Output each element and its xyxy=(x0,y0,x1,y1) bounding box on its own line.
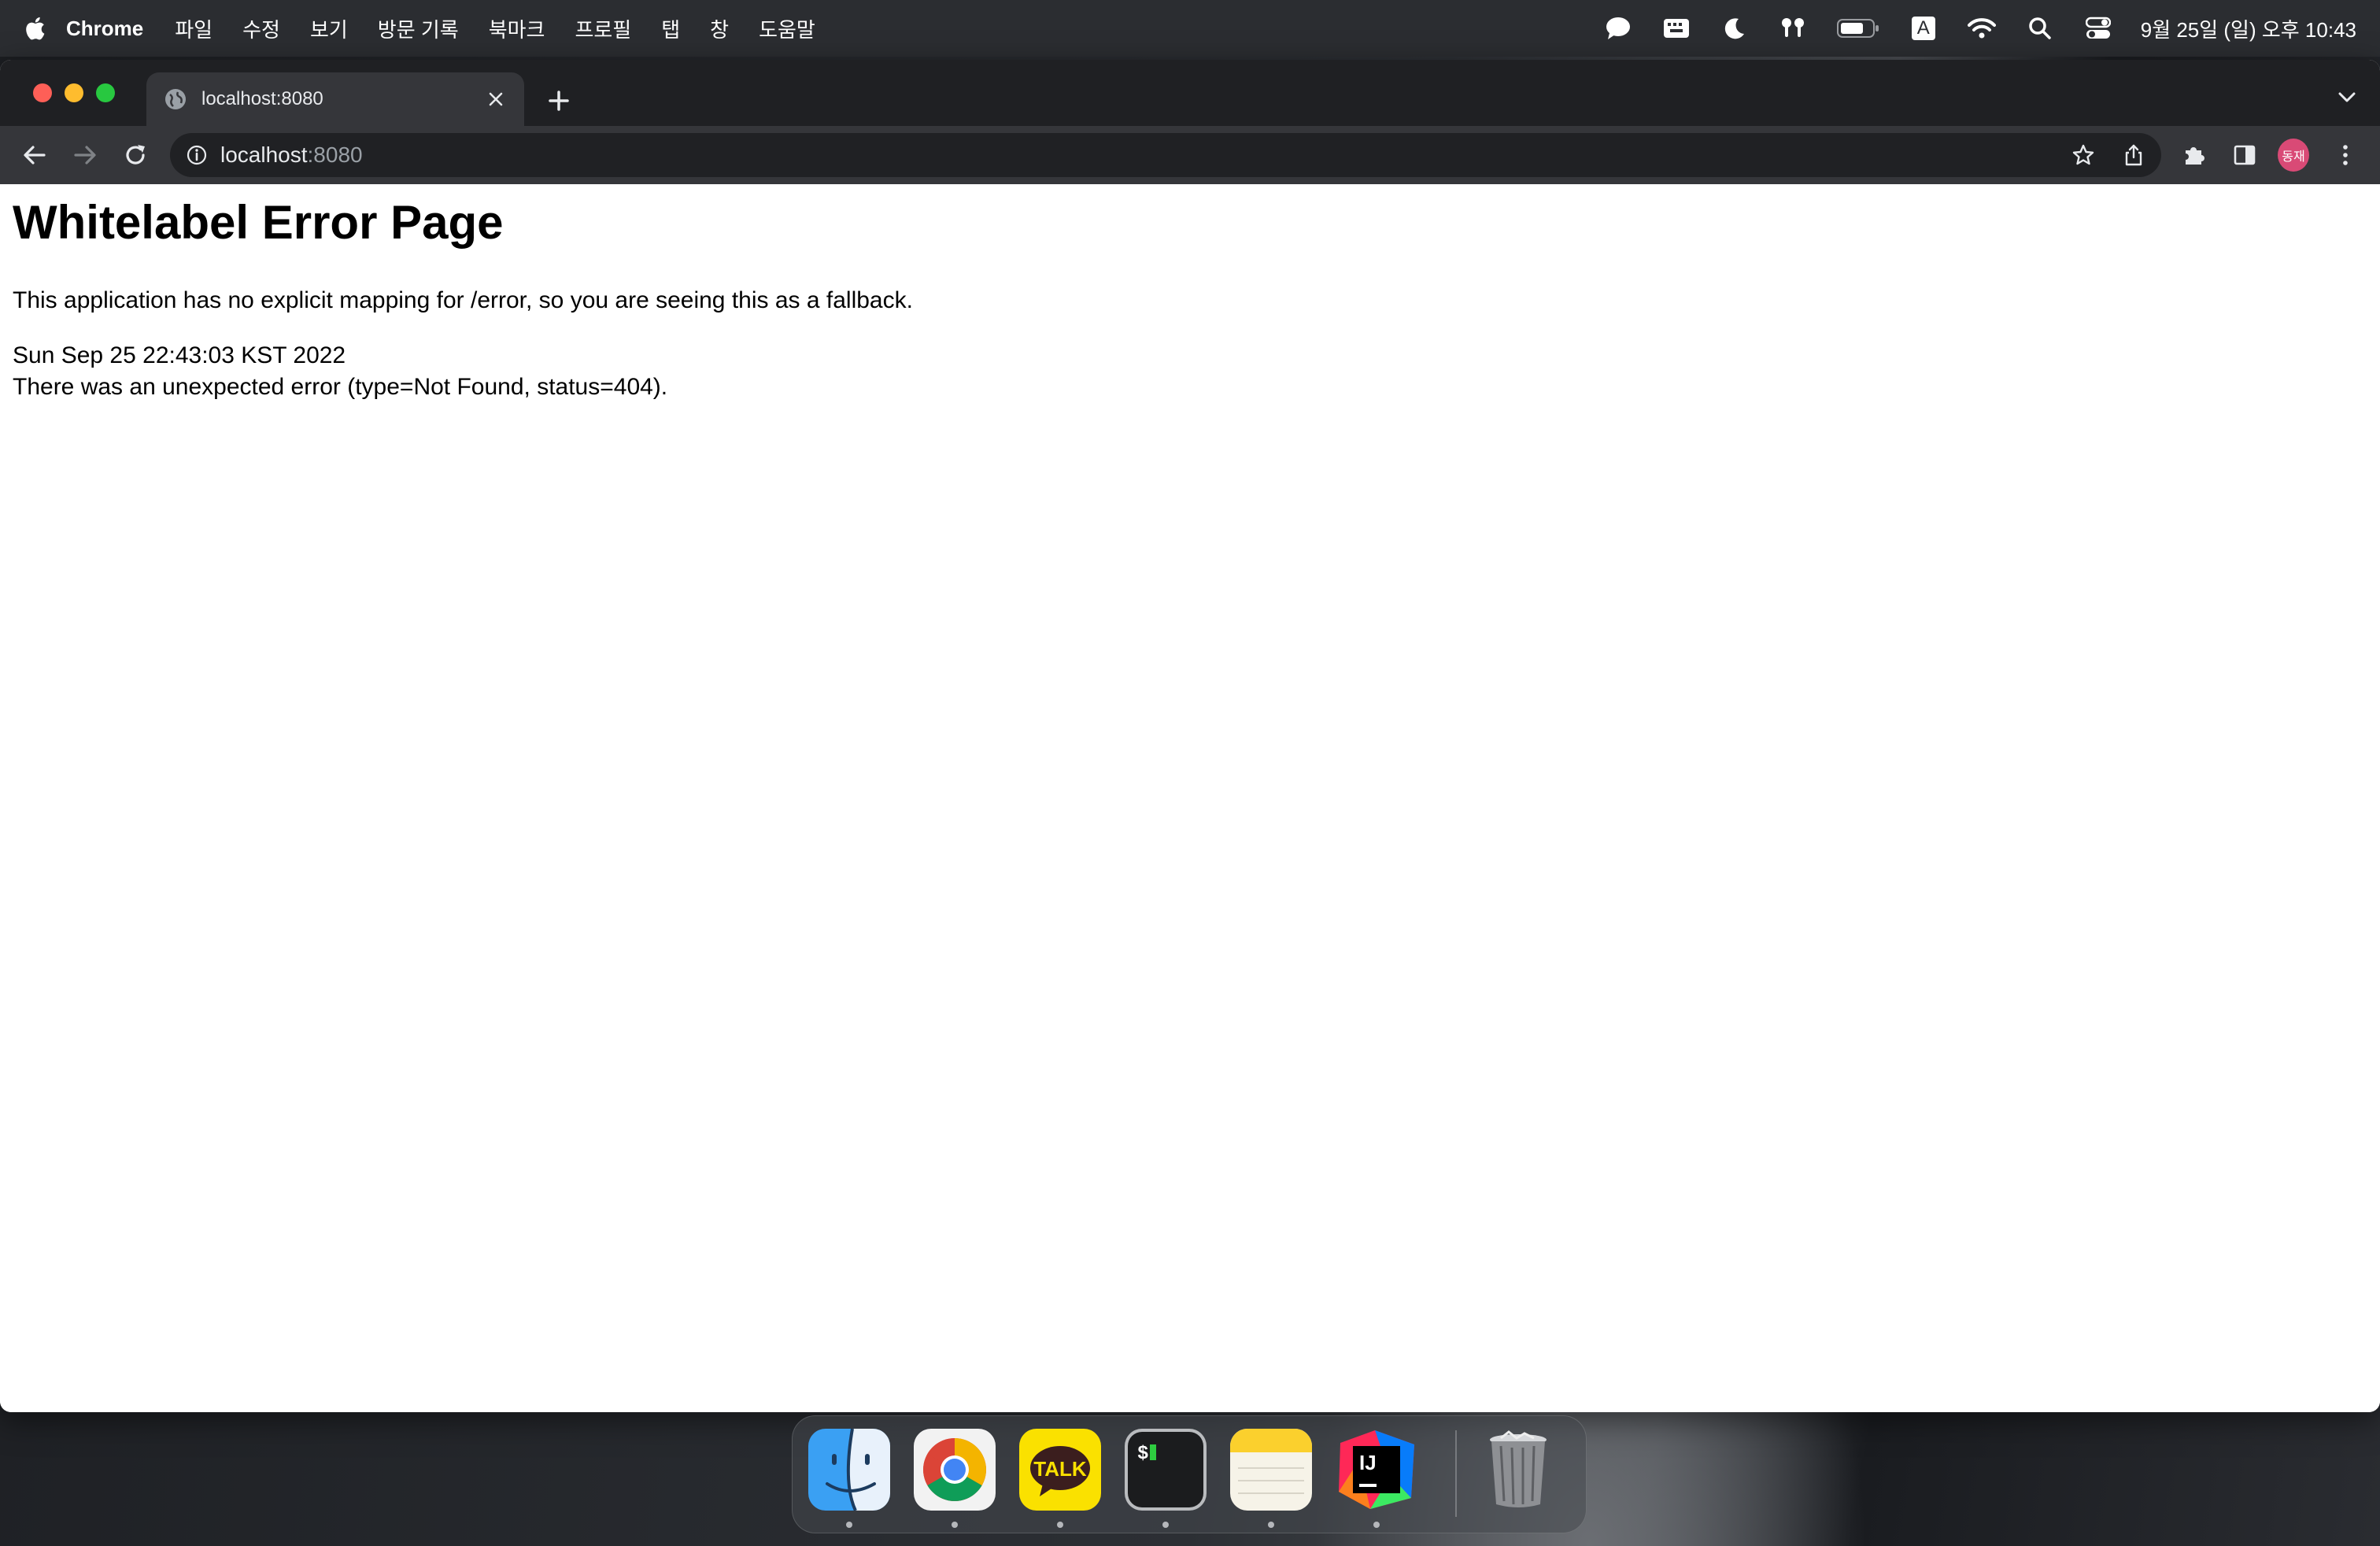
menu-tab[interactable]: 탭 xyxy=(661,14,680,43)
apple-icon[interactable] xyxy=(24,16,46,41)
tab-title: localhost:8080 xyxy=(201,88,323,109)
globe-icon xyxy=(165,89,186,109)
keyboard-icon[interactable] xyxy=(1662,14,1691,43)
side-panel-icon[interactable] xyxy=(2229,139,2260,171)
dock-intellij-running-indicator xyxy=(1373,1522,1380,1528)
menubar-app-name[interactable]: Chrome xyxy=(66,17,143,41)
trash-icon xyxy=(1490,1430,1547,1507)
menu-file[interactable]: 파일 xyxy=(175,14,213,43)
dock-chrome[interactable] xyxy=(914,1429,996,1511)
dock-trash[interactable] xyxy=(1477,1429,1559,1511)
input-source-label: A xyxy=(1911,17,1935,40)
menu-window[interactable]: 창 xyxy=(710,14,729,43)
page-title: Whitelabel Error Page xyxy=(13,196,504,249)
intellij-label: IJ xyxy=(1359,1451,1377,1474)
browser-toolbar: localhost:8080 동재 xyxy=(0,126,2380,184)
new-tab-plus-icon[interactable] xyxy=(541,83,576,118)
chrome-icon xyxy=(923,1438,986,1501)
chat-icon[interactable] xyxy=(1604,14,1632,43)
notes-icon xyxy=(1230,1429,1312,1494)
dock-kakaotalk[interactable]: TALK xyxy=(1019,1429,1101,1511)
menu-view[interactable]: 보기 xyxy=(310,14,348,43)
menu-profiles[interactable]: 프로필 xyxy=(575,14,631,43)
battery-icon[interactable] xyxy=(1836,14,1879,43)
airpods-icon[interactable] xyxy=(1779,14,1807,43)
browser-tab[interactable]: localhost:8080 xyxy=(146,72,524,126)
url-host: localhost xyxy=(220,142,308,167)
url-port: :8080 xyxy=(307,142,363,167)
tab-strip: localhost:8080 xyxy=(0,60,2380,126)
intellij-icon: IJ xyxy=(1339,1430,1414,1509)
control-center-icon[interactable] xyxy=(2084,14,2112,43)
dock-finder-running-indicator xyxy=(846,1522,852,1528)
dock-finder[interactable] xyxy=(808,1429,890,1511)
dock-chrome-running-indicator xyxy=(952,1522,958,1528)
wifi-icon[interactable] xyxy=(1967,14,1996,43)
dock-notes-running-indicator xyxy=(1268,1522,1274,1528)
menu-history[interactable]: 방문 기록 xyxy=(378,14,459,43)
terminal-prompt-label: $ xyxy=(1137,1444,1148,1465)
window-maximize-button[interactable] xyxy=(96,83,115,102)
dock-terminal[interactable]: $ xyxy=(1125,1429,1207,1511)
menu-bookmarks[interactable]: 북마크 xyxy=(489,14,545,43)
bookmark-star-icon[interactable] xyxy=(2068,140,2098,170)
profile-avatar-button[interactable]: 동재 xyxy=(2278,139,2309,172)
finder-icon xyxy=(808,1429,890,1511)
menubar-clock[interactable]: 9월 25일 (일) 오후 10:43 xyxy=(2141,14,2356,43)
dock: TALK $ IJ xyxy=(792,1415,1587,1533)
reload-icon[interactable] xyxy=(120,139,151,171)
extensions-puzzle-icon[interactable] xyxy=(2179,139,2210,171)
dock-intellij[interactable]: IJ xyxy=(1336,1429,1417,1511)
more-vertical-icon[interactable] xyxy=(2330,139,2361,171)
web-page-content: Whitelabel Error Page This application h… xyxy=(0,184,2380,1412)
site-info-icon[interactable] xyxy=(186,144,208,166)
profile-avatar: 동재 xyxy=(2278,139,2309,172)
menu-edit[interactable]: 수정 xyxy=(242,14,280,43)
menu-help[interactable]: 도움말 xyxy=(759,14,815,43)
dock-terminal-running-indicator xyxy=(1162,1522,1169,1528)
dock-kakaotalk-running-indicator xyxy=(1057,1522,1063,1528)
dock-separator xyxy=(1455,1430,1457,1517)
terminal-icon: $ xyxy=(1128,1432,1203,1507)
tab-search-chevron-down-icon[interactable] xyxy=(2333,83,2361,112)
chrome-window: localhost:8080 localhost:8080 동재 Whitela… xyxy=(0,60,2380,1412)
kakaotalk-label: TALK xyxy=(1033,1457,1087,1481)
tab-close-icon[interactable] xyxy=(485,88,507,110)
kakaotalk-icon: TALK xyxy=(1030,1446,1090,1496)
address-bar[interactable]: localhost:8080 xyxy=(170,133,2161,177)
back-arrow-icon[interactable] xyxy=(19,139,50,171)
forward-arrow-icon[interactable] xyxy=(69,139,101,171)
window-minimize-button[interactable] xyxy=(65,83,83,102)
dock-notes[interactable] xyxy=(1230,1429,1312,1511)
error-description: This application has no explicit mapping… xyxy=(13,287,913,313)
error-details: Sun Sep 25 22:43:03 KST 2022 There was a… xyxy=(13,340,667,403)
menubar: Chrome 파일 수정 보기 방문 기록 북마크 프로필 탭 창 도움말 A xyxy=(0,0,2380,57)
spotlight-search-icon[interactable] xyxy=(2026,14,2054,43)
window-close-button[interactable] xyxy=(33,83,52,102)
error-timestamp: Sun Sep 25 22:43:03 KST 2022 xyxy=(13,342,346,368)
moon-icon[interactable] xyxy=(1720,14,1749,43)
input-source-icon[interactable]: A xyxy=(1909,14,1938,43)
share-icon[interactable] xyxy=(2119,140,2149,170)
error-status: There was an unexpected error (type=Not … xyxy=(13,374,668,400)
